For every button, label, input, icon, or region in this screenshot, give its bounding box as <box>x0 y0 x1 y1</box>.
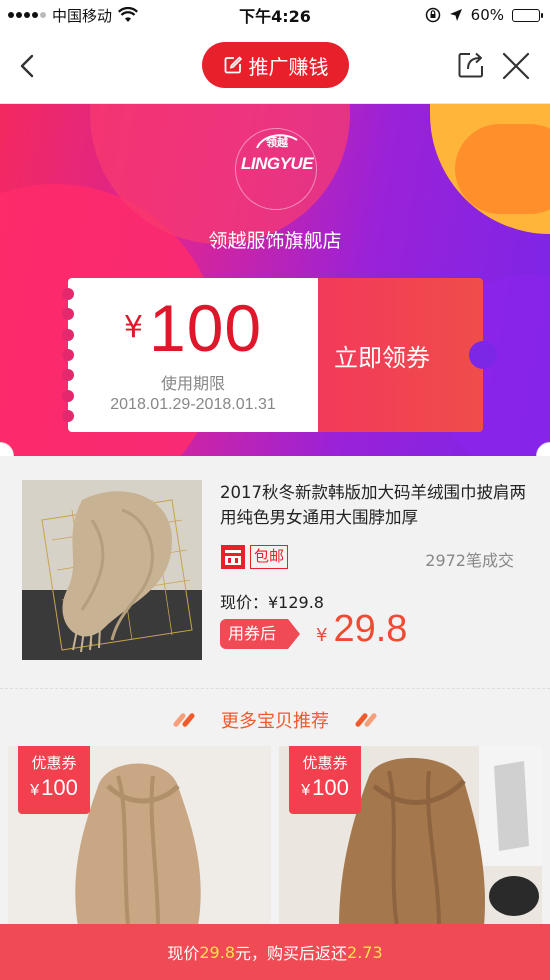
orientation-lock-icon <box>425 7 440 23</box>
tmall-icon <box>221 545 245 569</box>
carrier-label: 中国移动 <box>52 6 113 25</box>
slash-decoration-icon <box>354 712 378 728</box>
coupon-card: ¥100 使用期限 2018.01.29-2018.01.31 <box>62 278 318 432</box>
edit-icon <box>224 56 242 74</box>
signal-icon <box>8 12 46 18</box>
recommend-header: 更多宝贝推荐 <box>0 700 550 740</box>
divider <box>0 688 550 689</box>
current-price: 现价：¥129.8 <box>220 593 324 612</box>
after-coupon-badge: 用券后 <box>220 619 301 649</box>
bottom-middle: 元，购买后返还 <box>235 944 348 963</box>
shop-logo-text: LINGYUE <box>240 154 314 173</box>
recommend-title: 更多宝贝推荐 <box>221 711 329 732</box>
coupon-value: 100 <box>148 291 263 365</box>
status-bar: 中国移动 下午4:26 60% <box>0 0 550 30</box>
coupon-badge: 优惠券 ¥100 <box>289 746 361 814</box>
coupon-amount: ¥100 <box>68 290 318 366</box>
product-title[interactable]: 2017秋冬新款韩版加大码羊绒围巾披肩两用纯色男女通用大围脖加厚 <box>220 480 530 530</box>
bottom-prefix: 现价 <box>167 944 200 963</box>
banner-decoration <box>455 124 550 214</box>
recommend-item[interactable]: 优惠券 ¥100 <box>279 746 542 926</box>
share-icon[interactable] <box>456 50 486 80</box>
coupon-currency: ¥ <box>123 310 143 345</box>
validity-dates: 2018.01.29-2018.01.31 <box>110 396 276 413</box>
close-icon[interactable] <box>500 50 532 82</box>
nav-bar: 推广赚钱 <box>0 30 550 104</box>
recommend-item[interactable]: 优惠券 ¥100 <box>8 746 271 926</box>
bottom-rebate: 2.73 <box>347 942 383 962</box>
battery-icon <box>512 8 543 22</box>
wifi-icon <box>118 7 138 22</box>
claim-coupon-button[interactable]: 立即领券 <box>318 278 497 432</box>
after-coupon-price: ¥29.8 <box>316 608 408 650</box>
buy-rebate-bar[interactable]: 现价 29.8 元，购买后返还 2.73 <box>0 924 550 980</box>
svg-text:领越: 领越 <box>265 135 289 149</box>
slash-decoration-icon <box>172 712 196 728</box>
battery-percent: 60% <box>470 6 504 24</box>
location-icon <box>449 9 462 21</box>
sold-count: 2972笔成交 <box>425 551 514 570</box>
bottom-price: 29.8 <box>199 942 235 962</box>
coupon-badge: 优惠券 ¥100 <box>18 746 90 814</box>
scarf-on-chair-image <box>22 480 202 660</box>
shop-name: 领越服饰旗舰店 <box>208 230 342 252</box>
shop-logo-mark: 领越 <box>256 134 298 149</box>
coupon-banner: 领越 LINGYUE 领越服饰旗舰店 ¥100 使用期限 2018.01.29-… <box>0 104 550 456</box>
free-shipping-badge: 包邮 <box>250 545 289 569</box>
validity-label: 使用期限 <box>160 374 225 393</box>
back-icon[interactable] <box>14 52 42 80</box>
claim-coupon-label: 立即领券 <box>334 343 430 372</box>
product-card[interactable]: 2017秋冬新款韩版加大码羊绒围巾披肩两用纯色男女通用大围脖加厚 包邮 2972… <box>0 456 550 688</box>
product-image[interactable] <box>22 480 202 660</box>
promote-earn-button[interactable]: 推广赚钱 <box>202 42 349 88</box>
nav-title: 推广赚钱 <box>248 54 329 79</box>
